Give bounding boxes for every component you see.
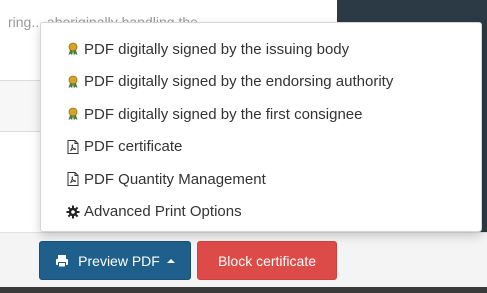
file-pdf-icon xyxy=(67,139,79,154)
award-icon xyxy=(68,75,78,89)
menu-item-signed-issuing-body[interactable]: PDF digitally signed by the issuing body xyxy=(41,33,481,66)
menu-item-label: Advanced Print Options xyxy=(84,203,242,221)
caret-up-icon xyxy=(166,258,175,263)
block-certificate-label: Block certificate xyxy=(217,252,317,269)
menu-item-label: PDF digitally signed by the issuing body xyxy=(84,40,350,58)
menu-item-label: PDF certificate xyxy=(84,138,183,156)
menu-item-label: PDF digitally signed by the first consig… xyxy=(84,105,363,123)
menu-item-signed-first-consignee[interactable]: PDF digitally signed by the first consig… xyxy=(41,98,481,131)
award-icon xyxy=(68,42,78,56)
menu-item-pdf-quantity-management[interactable]: PDF Quantity Management xyxy=(41,163,481,196)
menu-item-advanced-print-options[interactable]: Advanced Print Options xyxy=(41,196,481,229)
print-icon xyxy=(56,254,69,267)
menu-item-pdf-certificate[interactable]: PDF certificate xyxy=(41,131,481,164)
menu-item-label: PDF Quantity Management xyxy=(84,170,266,188)
menu-item-label: PDF digitally signed by the endorsing au… xyxy=(84,73,394,91)
table-row-fragment xyxy=(0,80,40,132)
preview-pdf-label: Preview PDF xyxy=(78,252,160,269)
block-certificate-button[interactable]: Block certificate xyxy=(197,241,337,280)
preview-pdf-dropdown-menu: PDF digitally signed by the issuing body… xyxy=(40,22,482,232)
menu-item-signed-endorsing-authority[interactable]: PDF digitally signed by the endorsing au… xyxy=(41,66,481,99)
bottom-strip xyxy=(0,287,487,293)
file-pdf-icon xyxy=(67,172,79,187)
preview-pdf-button[interactable]: Preview PDF xyxy=(39,241,191,280)
award-icon xyxy=(68,107,78,121)
gear-icon xyxy=(66,205,80,219)
